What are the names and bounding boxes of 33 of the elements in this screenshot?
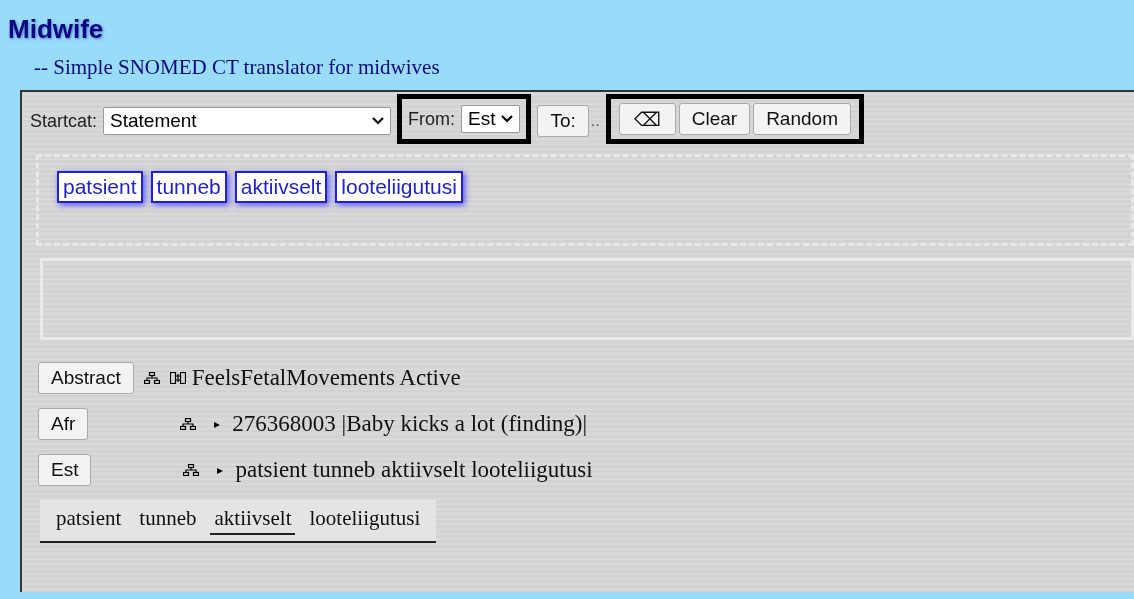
tree-icon[interactable] [183,464,200,476]
chevron-down-icon [501,115,514,123]
random-button[interactable]: Random [753,103,851,135]
startcat-label: Startcat: [30,110,98,132]
word[interactable]: looteliigutusi [305,506,425,535]
from-select[interactable]: Est [461,105,521,133]
linearization-text: patsient tunneb aktiivselt looteliigutusi [235,457,593,483]
linearization-text: FeelsFetalMovements Active [191,365,461,391]
chevron-down-icon [372,117,385,125]
page-title: Midwife [8,14,105,45]
expand-arrow[interactable]: ▸ [214,417,221,431]
linearization-text: 276368003 |Baby kicks a lot (finding)| [232,411,588,437]
expand-arrow[interactable]: ▸ [217,463,224,477]
align-icon[interactable] [169,372,186,384]
language-button[interactable]: Est [38,454,92,486]
word[interactable]: aktiivselt [210,506,296,535]
language-button[interactable]: Afr [38,408,89,440]
to-button[interactable]: To: [537,105,589,137]
clear-button[interactable]: Clear [678,103,751,135]
word-token[interactable]: patsient [57,171,143,203]
more-text: .. [590,112,600,130]
tree-icon[interactable] [180,418,197,430]
subtitle: -- Simple SNOMED CT translator for midwives [34,55,441,80]
word[interactable]: patsient [52,506,126,535]
word-token[interactable]: tunneb [150,171,227,203]
word[interactable]: tunneb [135,506,201,535]
word-token[interactable]: aktiivselt [234,171,328,203]
backspace-button[interactable]: ⌫ [618,103,676,135]
tree-icon[interactable] [143,372,160,384]
startcat-select[interactable]: Statement [103,107,392,135]
word-token[interactable]: looteliigutusi [335,171,463,203]
from-label: From: [408,108,456,130]
language-button[interactable]: Abstract [38,362,134,394]
